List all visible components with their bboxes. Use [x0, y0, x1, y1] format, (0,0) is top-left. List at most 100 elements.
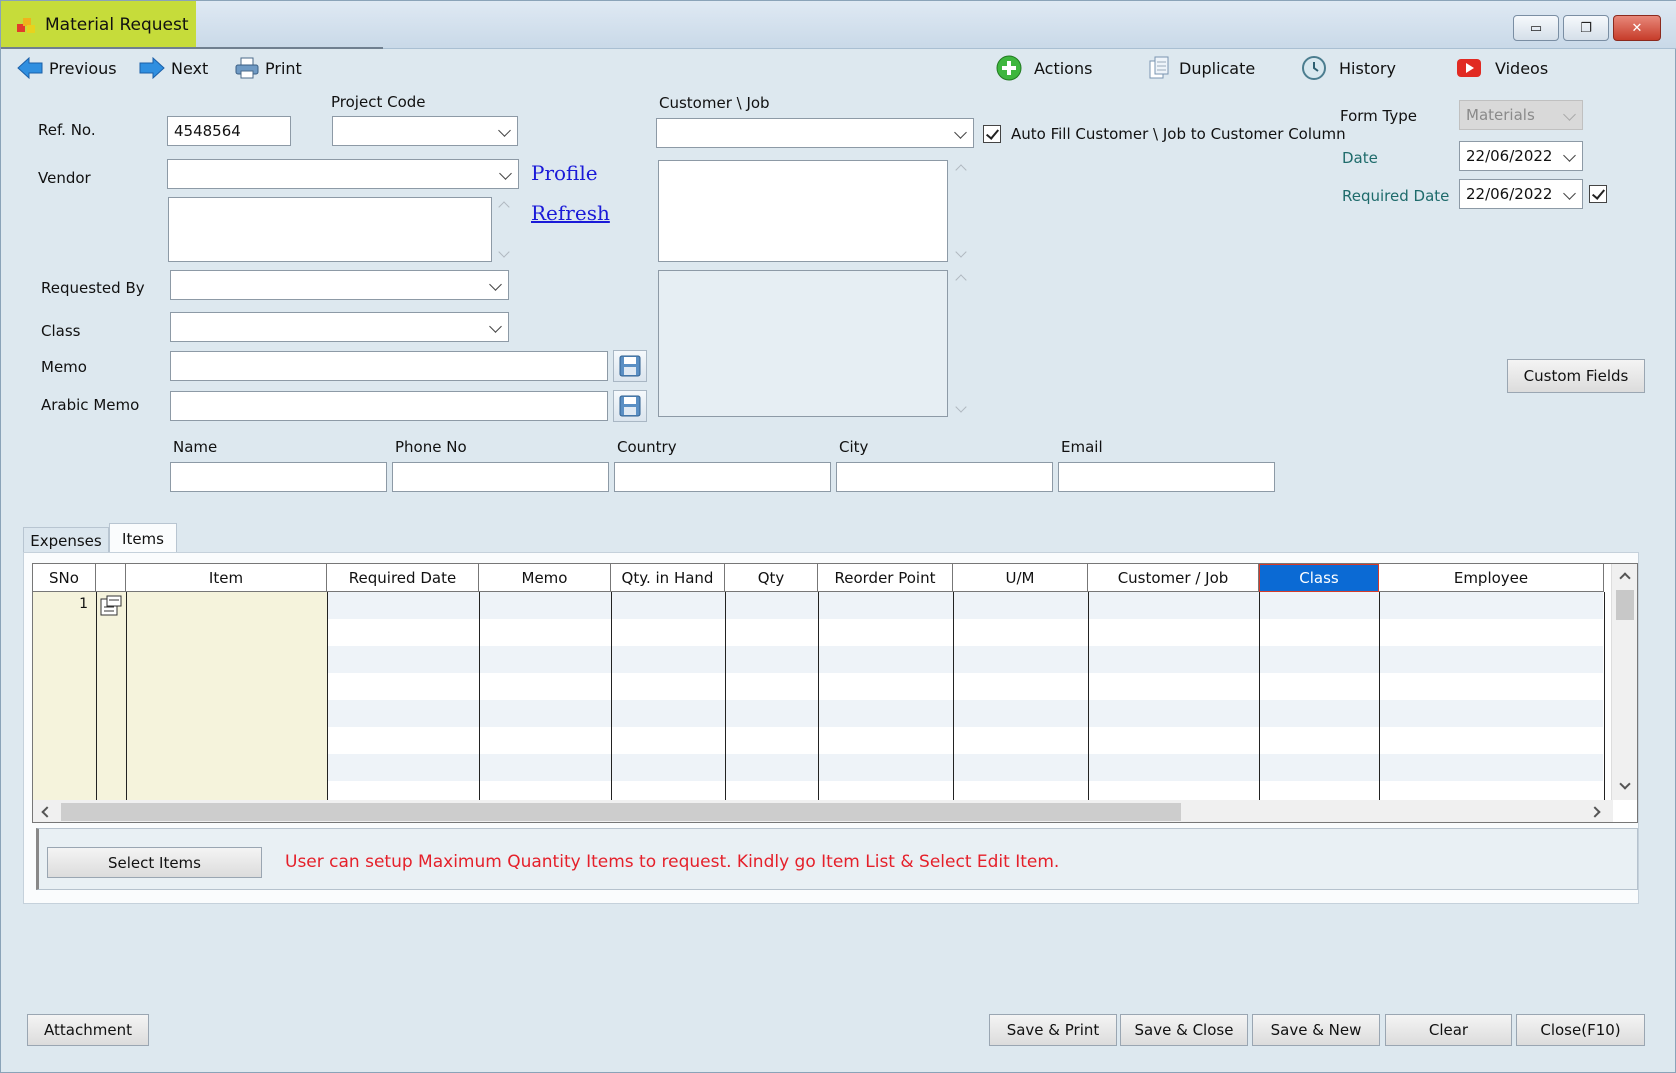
duplicate-button[interactable]: Duplicate: [1149, 55, 1255, 81]
project-code-label: Project Code: [331, 93, 426, 111]
required-date-picker[interactable]: 22/06/2022: [1459, 179, 1583, 209]
print-button[interactable]: Print: [235, 55, 302, 81]
attachment-button[interactable]: Attachment: [27, 1014, 149, 1046]
col-header-item[interactable]: Item: [126, 564, 327, 592]
requested-by-select[interactable]: [170, 270, 509, 300]
save-print-button[interactable]: Save & Print: [989, 1014, 1117, 1046]
class-select[interactable]: [170, 312, 509, 342]
actions-button[interactable]: Actions: [996, 55, 1092, 81]
vendor-address-textarea[interactable]: [168, 197, 492, 262]
select-items-button[interactable]: Select Items: [47, 847, 262, 878]
col-header-qty[interactable]: Qty: [725, 564, 818, 592]
class-label: Class: [41, 322, 81, 340]
tab-expenses[interactable]: Expenses: [23, 527, 109, 553]
phone-field[interactable]: [392, 462, 609, 492]
grid-horizontal-scrollbar[interactable]: [33, 800, 1613, 822]
arrow-left-icon: [17, 57, 43, 79]
scroll-thumb[interactable]: [61, 803, 1181, 821]
refresh-link[interactable]: Refresh: [531, 201, 610, 225]
minimize-icon: ▭: [1529, 20, 1543, 36]
memo-label: Memo: [41, 358, 87, 376]
form-type-select[interactable]: Materials: [1459, 100, 1583, 130]
arabic-memo-field[interactable]: [170, 391, 608, 421]
ship-to-scrollbar[interactable]: [952, 270, 970, 417]
scroll-thumb[interactable]: [1616, 590, 1634, 620]
tab-items[interactable]: Items: [109, 523, 177, 553]
grid-divider: [96, 592, 97, 800]
scroll-up-icon: [955, 274, 967, 286]
col-header-sno[interactable]: SNo: [33, 564, 96, 592]
col-header-um[interactable]: U/M: [953, 564, 1088, 592]
ref-no-field[interactable]: 4548564: [167, 116, 291, 146]
close-f10-button[interactable]: Close(F10): [1516, 1014, 1645, 1046]
history-button[interactable]: History: [1301, 55, 1396, 81]
title-underline: [1, 47, 383, 49]
save-new-button[interactable]: Save & New: [1252, 1014, 1380, 1046]
custom-fields-button[interactable]: Custom Fields: [1507, 359, 1645, 393]
save-close-button[interactable]: Save & Close: [1120, 1014, 1248, 1046]
customer-address-scrollbar[interactable]: [952, 160, 970, 262]
arabic-memo-save-button[interactable]: [613, 390, 647, 422]
project-code-select[interactable]: [332, 116, 518, 146]
city-field[interactable]: [836, 462, 1053, 492]
col-header-memo[interactable]: Memo: [479, 564, 611, 592]
customer-address-textarea[interactable]: [658, 160, 948, 262]
required-date-checkbox[interactable]: [1589, 185, 1607, 203]
next-button[interactable]: Next: [139, 55, 208, 81]
name-field[interactable]: [170, 462, 387, 492]
clear-button[interactable]: Clear: [1385, 1014, 1512, 1046]
duplicate-label: Duplicate: [1179, 58, 1256, 78]
duplicate-icon: [1149, 56, 1169, 79]
item-details-icon[interactable]: [99, 595, 123, 617]
grid-divider: [725, 592, 726, 800]
videos-button[interactable]: Videos: [1457, 55, 1548, 81]
chevron-down-icon: [489, 320, 502, 333]
minimize-button[interactable]: ▭: [1513, 15, 1559, 41]
chevron-down-icon: [489, 278, 502, 291]
maximize-icon: ❐: [1580, 20, 1592, 36]
col-header-employee[interactable]: Employee: [1379, 564, 1604, 592]
table-row[interactable]: 1: [33, 592, 1603, 619]
customer-job-select[interactable]: [656, 118, 974, 148]
actions-label: Actions: [1034, 58, 1093, 78]
chevron-down-icon: [498, 124, 511, 137]
col-header-icon[interactable]: [96, 564, 126, 592]
close-window-button[interactable]: ✕: [1613, 15, 1661, 41]
plus-circle-icon: [996, 55, 1022, 81]
email-field[interactable]: [1058, 462, 1275, 492]
scroll-down-icon: [955, 246, 967, 258]
arabic-memo-label: Arabic Memo: [41, 396, 140, 414]
floppy-disk-icon: [619, 395, 641, 417]
vendor-label: Vendor: [38, 169, 91, 187]
grid-divider: [126, 592, 127, 800]
ship-to-textarea[interactable]: [658, 270, 948, 417]
auto-fill-checkbox[interactable]: [983, 125, 1001, 143]
maximize-button[interactable]: ❐: [1563, 15, 1609, 41]
vendor-select[interactable]: [167, 159, 519, 189]
title-bar: Material Request ▭ ❐ ✕: [1, 1, 1676, 49]
memo-save-button[interactable]: [613, 350, 647, 382]
window-title-tab: Material Request: [1, 1, 196, 49]
previous-button[interactable]: Previous: [17, 55, 117, 81]
printer-icon: [235, 57, 259, 79]
scroll-up-icon: [955, 164, 967, 176]
grid-divider: [1379, 592, 1380, 800]
grid-divider: [818, 592, 819, 800]
col-header-required-date[interactable]: Required Date: [327, 564, 479, 592]
col-header-qty-in-hand[interactable]: Qty. in Hand: [611, 564, 725, 592]
col-header-customer-job[interactable]: Customer / Job: [1088, 564, 1259, 592]
scroll-up-icon: [1619, 572, 1631, 584]
col-header-reorder-point[interactable]: Reorder Point: [818, 564, 953, 592]
date-value: 22/06/2022: [1466, 147, 1553, 165]
memo-field[interactable]: [170, 351, 608, 381]
grid-body: 1: [33, 592, 1605, 808]
profile-link[interactable]: Profile: [531, 161, 598, 185]
date-picker[interactable]: 22/06/2022: [1459, 141, 1583, 171]
material-request-window: Material Request ▭ ❐ ✕ Previous Next Pri…: [0, 0, 1676, 1073]
country-field[interactable]: [614, 462, 831, 492]
grid-vertical-scrollbar[interactable]: [1611, 564, 1637, 800]
vendor-address-scrollbar[interactable]: [495, 197, 513, 262]
previous-label: Previous: [49, 58, 117, 78]
col-header-class[interactable]: Class: [1259, 564, 1379, 592]
grid-header: SNo Item Required Date Memo Qty. in Hand…: [33, 564, 1604, 592]
